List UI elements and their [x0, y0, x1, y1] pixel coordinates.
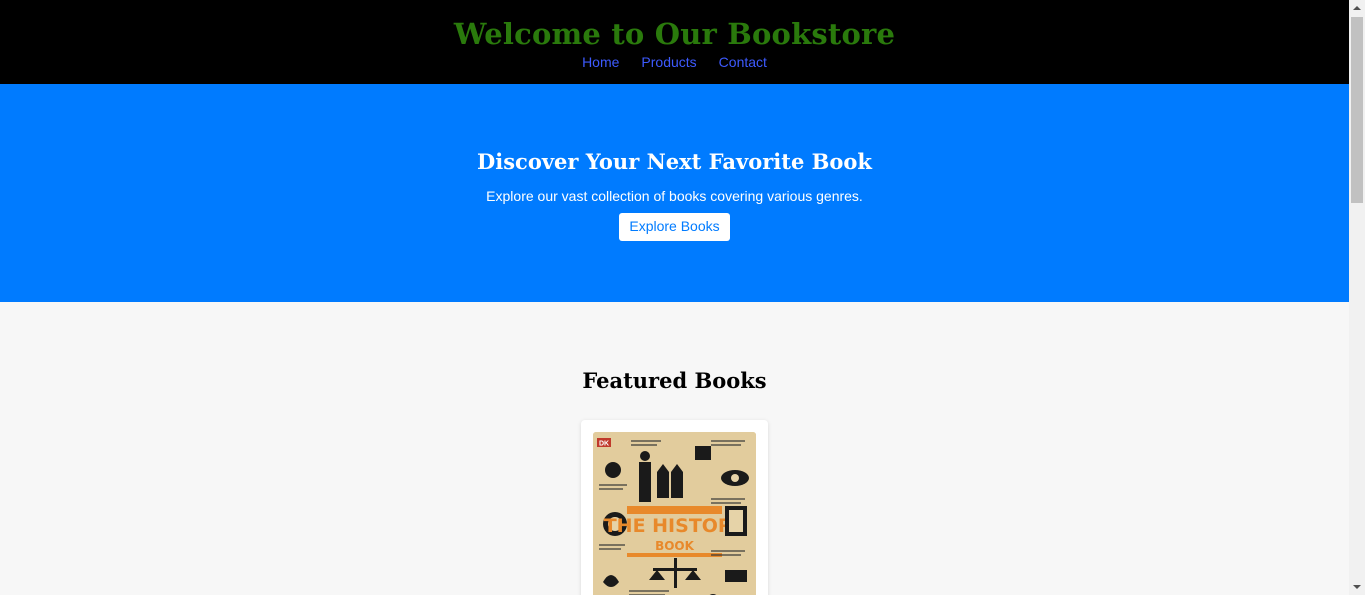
scroll-up-arrow-icon[interactable]: [1349, 0, 1365, 16]
site-header: Welcome to Our Bookstore Home Products C…: [0, 0, 1349, 84]
featured-title: Featured Books: [582, 368, 767, 393]
hero-section: Discover Your Next Favorite Book Explore…: [0, 84, 1349, 302]
hero-text: Explore our vast collection of books cov…: [486, 188, 863, 204]
main-nav: Home Products Contact: [0, 53, 1349, 71]
scroll-down-arrow-icon[interactable]: [1349, 579, 1365, 595]
history-book-cover-art: DK THE HISTORY BOOK: [593, 432, 756, 595]
nav-contact-link[interactable]: Contact: [719, 53, 767, 71]
explore-books-button[interactable]: Explore Books: [619, 213, 730, 241]
site-title: Welcome to Our Bookstore: [453, 17, 896, 51]
featured-section: Featured Books: [0, 302, 1349, 394]
cover-publisher: DK: [599, 441, 609, 448]
scroll-thumb[interactable]: [1351, 17, 1363, 203]
nav-products-link[interactable]: Products: [641, 53, 696, 71]
vertical-scrollbar[interactable]: [1349, 0, 1365, 595]
hero-title: Discover Your Next Favorite Book: [477, 149, 872, 174]
book-card[interactable]: DK THE HISTORY BOOK: [581, 420, 768, 595]
book-cover-image[interactable]: DK THE HISTORY BOOK: [593, 432, 756, 595]
nav-home-link[interactable]: Home: [582, 53, 619, 71]
svg-text:BOOK: BOOK: [655, 539, 695, 553]
page: Welcome to Our Bookstore Home Products C…: [0, 0, 1349, 595]
cover-title: THE HISTORY: [604, 515, 746, 537]
